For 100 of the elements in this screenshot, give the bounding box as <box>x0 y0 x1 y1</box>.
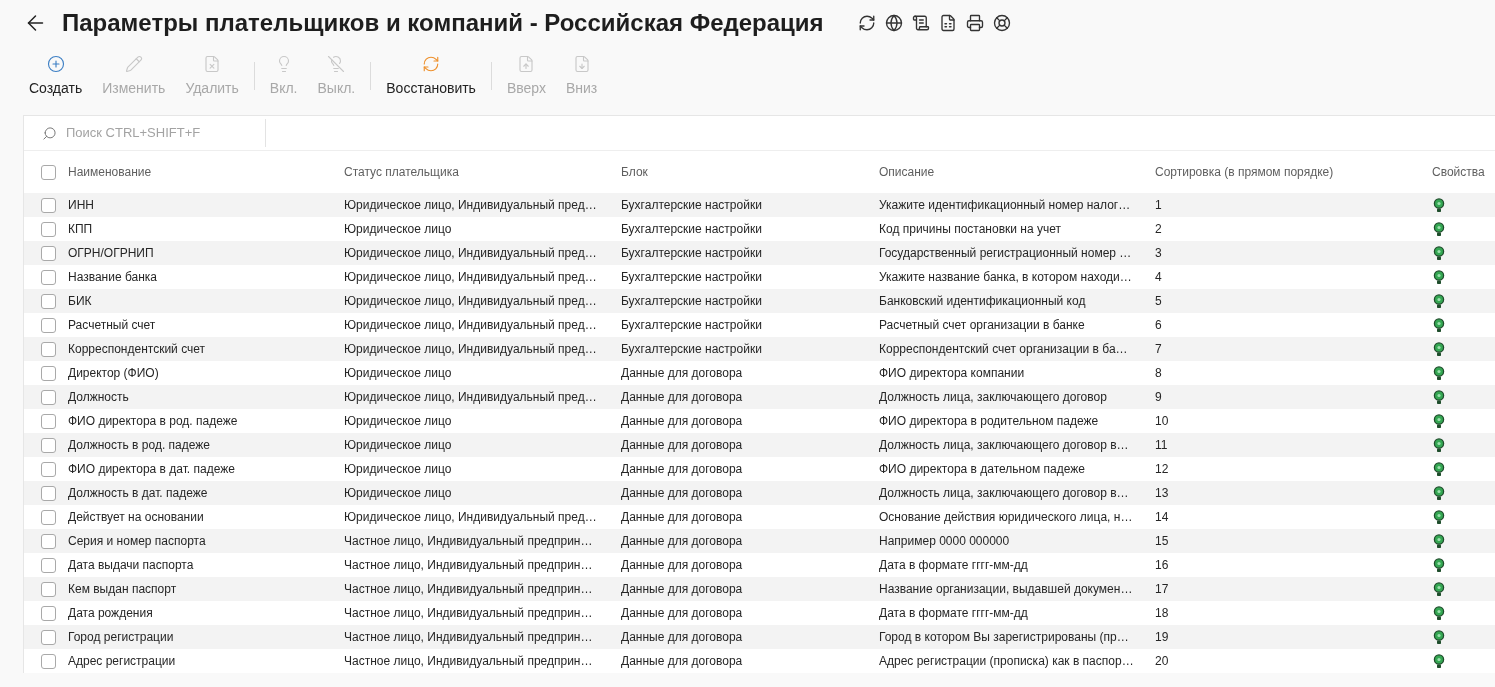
table-cell-text: Укажите название банка, в котором находи… <box>879 269 1133 286</box>
table-cell-text: Дата выдачи паспорта <box>68 557 195 574</box>
column-header[interactable]: Свойства <box>1432 163 1495 181</box>
table-cell-text: 20 <box>1155 653 1170 670</box>
table-row[interactable]: Город регистрации Частное лицо, Индивидуальный предприн… Данные для договора Город в котором Вы зарегистрированы (пр… 19 <box>24 625 1495 649</box>
table-cell-text: Частное лицо, Индивидуальный предприн… <box>344 629 594 646</box>
table-cell-text: Адрес регистрации <box>68 653 177 670</box>
table-cell-text: Данные для договора <box>621 629 744 646</box>
table-cell-text: Действует на основании <box>68 509 205 526</box>
table-cell-text: Должность лица, заключающего договор в… <box>879 485 1130 502</box>
table-cell-text: Частное лицо, Индивидуальный предприн… <box>344 557 594 574</box>
table-cell-text: Юридическое лицо, Индивидуальный пред… <box>344 317 598 334</box>
spreadsheet-icon[interactable] <box>938 14 957 32</box>
table-cell-text: БИК <box>68 293 93 310</box>
checkbox[interactable] <box>41 605 56 621</box>
table-cell-text: Должность лица, заключающего договор <box>879 389 1108 406</box>
table-cell-text: 16 <box>1155 557 1170 574</box>
checkbox[interactable] <box>41 581 56 597</box>
checkbox[interactable] <box>41 197 56 213</box>
restore-button[interactable]: Восстановить <box>376 52 486 100</box>
table-cell-text: 1 <box>1155 197 1163 214</box>
refresh-icon[interactable] <box>857 14 876 32</box>
table-cell-text: Корреспондентский счет организации в ба… <box>879 341 1129 358</box>
table-cell-text: 4 <box>1155 269 1163 286</box>
table-cell-text: Название банка <box>68 269 159 286</box>
table-cell-text: Расчетный счет организации в банке <box>879 317 1086 334</box>
table-cell-text: Бухгалтерские настройки <box>621 269 763 286</box>
table-row[interactable]: Кем выдан паспорт Частное лицо, Индивидуальный предприн… Данные для договора Название организации, выдавшей докумен… 17 <box>24 577 1495 601</box>
table-cell-text: 5 <box>1155 293 1163 310</box>
checkbox[interactable] <box>41 557 56 573</box>
table-cell-text: Основание действия юридического лица, н… <box>879 509 1134 526</box>
column-header[interactable]: Описание <box>879 163 1155 181</box>
table-cell-text: Юридическое лицо <box>344 413 453 430</box>
table-row[interactable]: ИНН Юридическое лицо, Индивидуальный пред… Бухгалтерские настройки Укажите идентификационный номер налог… 1 <box>24 193 1495 217</box>
table-cell-text: Юридическое лицо <box>344 221 453 238</box>
checkbox[interactable] <box>41 485 56 501</box>
table-cell-text: Юридическое лицо, Индивидуальный пред… <box>344 389 598 406</box>
create-button[interactable]: Создать <box>19 52 93 100</box>
checkbox[interactable] <box>41 164 56 180</box>
table-cell-text: КПП <box>68 221 94 238</box>
table-cell-text: 13 <box>1155 485 1170 502</box>
table-row[interactable]: Серия и номер паспорта Частное лицо, Индивидуальный предприн… Данные для договора Например 0000 000000 15 <box>24 529 1495 553</box>
search-field[interactable]: Поиск CTRL+SHIFT+F <box>65 123 265 143</box>
scroll-list-icon[interactable] <box>911 14 930 32</box>
table-cell-text: Юридическое лицо <box>344 437 453 454</box>
table-cell-text: Данные для договора <box>621 413 744 430</box>
checkbox[interactable] <box>41 533 56 549</box>
table-cell-text: Бухгалтерские настройки <box>621 221 763 238</box>
checkbox[interactable] <box>41 461 56 477</box>
checkbox[interactable] <box>41 389 56 405</box>
lifebuoy-icon[interactable] <box>992 14 1011 32</box>
table-row[interactable]: Должность в род. падеже Юридическое лицо Данные для договора Должность лица, заключающего договор в… 11 <box>24 433 1495 457</box>
column-header[interactable]: Статус плательщика <box>344 163 621 181</box>
table-cell-text: Данные для договора <box>621 533 744 550</box>
checkbox[interactable] <box>41 365 56 381</box>
table-cell-text: Бухгалтерские настройки <box>621 245 763 262</box>
table-cell-text: ФИО директора в род. падеже <box>68 413 239 430</box>
page-title: Параметры плательщиков и компаний - Российская Федерация <box>62 11 824 35</box>
table-cell-text: Серия и номер паспорта <box>68 533 207 550</box>
table-cell-text: Название организации, выдавшей докумен… <box>879 581 1134 598</box>
checkbox[interactable] <box>41 653 56 669</box>
table-cell-text: Директор (ФИО) <box>68 365 160 382</box>
column-header[interactable]: Сортировка (в прямом порядке) <box>1155 163 1432 181</box>
table-cell-text: Данные для договора <box>621 557 744 574</box>
table-row[interactable]: Корреспондентский счет Юридическое лицо, Индивидуальный пред… Бухгалтерские настройки Корреспондентский счет организации в ба… 7 <box>24 337 1495 361</box>
column-header[interactable]: Блок <box>621 163 879 181</box>
checkbox[interactable] <box>41 437 56 453</box>
table-cell-text: Данные для договора <box>621 437 744 454</box>
table-cell-text: Бухгалтерские настройки <box>621 341 763 358</box>
table-cell-text: Данные для договора <box>621 509 744 526</box>
table-row[interactable]: БИК Юридическое лицо, Индивидуальный пред… Бухгалтерские настройки Банковский идентификационный код 5 <box>24 289 1495 313</box>
checkbox[interactable] <box>41 509 56 525</box>
table-row[interactable]: ОГРН/ОГРНИП Юридическое лицо, Индивидуальный пред… Бухгалтерские настройки Государственный регистрационный номер … 3 <box>24 241 1495 265</box>
table-cell-text: ОГРН/ОГРНИП <box>68 245 155 262</box>
table-cell-text: Код причины постановки на учет <box>879 221 1062 238</box>
checkbox[interactable] <box>41 245 56 261</box>
table-cell-text: Частное лицо, Индивидуальный предприн… <box>344 533 594 550</box>
table-cell-text: 15 <box>1155 533 1170 550</box>
column-header[interactable]: Наименование <box>68 163 344 181</box>
checkbox[interactable] <box>41 341 56 357</box>
checkbox[interactable] <box>41 629 56 645</box>
table-row[interactable]: Должность Юридическое лицо, Индивидуальный пред… Данные для договора Должность лица, заключающего договор 9 <box>24 385 1495 409</box>
table-cell-text: 17 <box>1155 581 1170 598</box>
table-cell-text: 14 <box>1155 509 1170 526</box>
table-cell-text: ФИО директора в дат. падеже <box>68 461 236 478</box>
table-cell-text: Бухгалтерские настройки <box>621 197 763 214</box>
globe-icon[interactable] <box>884 14 903 32</box>
checkbox[interactable] <box>41 269 56 285</box>
table-cell-text: Юридическое лицо <box>344 485 453 502</box>
table-row[interactable]: Должность в дат. падеже Юридическое лицо Данные для договора Должность лица, заключающего договор в… 13 <box>24 481 1495 505</box>
table-cell-text: Юридическое лицо, Индивидуальный пред… <box>344 197 598 214</box>
checkbox[interactable] <box>41 413 56 429</box>
checkbox[interactable] <box>41 221 56 237</box>
table-cell-text: ИНН <box>68 197 95 214</box>
table-cell-text: Данные для договора <box>621 389 744 406</box>
checkbox[interactable] <box>41 293 56 309</box>
printer-icon[interactable] <box>965 14 984 32</box>
table-cell-text: Юридическое лицо, Индивидуальный пред… <box>344 269 598 286</box>
table-cell-text: Юридическое лицо, Индивидуальный пред… <box>344 293 598 310</box>
checkbox[interactable] <box>41 317 56 333</box>
